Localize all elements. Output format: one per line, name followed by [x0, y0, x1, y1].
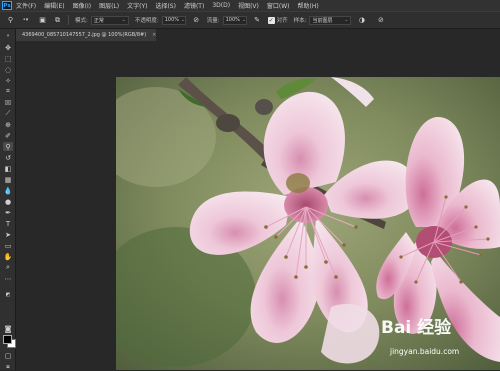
hand-tool-icon[interactable]: ✋ [3, 252, 13, 261]
document-title: 4369400_085710147557_2.jpg @ 100%(RGB/8#… [22, 32, 147, 38]
healing-brush-tool-icon[interactable]: ⊕ [3, 120, 13, 129]
tools-panel: » ✥ ⬚ ◌ ✧ ⌗ ☒ ⟋ ⊕ ✐ ⚲ ↺ ◧ ▦ 💧 ● ✒ T ➤ ▭ … [0, 29, 16, 370]
rectangle-tool-icon[interactable]: ▭ [3, 241, 13, 250]
flow-value: 100% [225, 17, 240, 23]
aligned-checkbox[interactable]: ✓ [267, 16, 275, 24]
marquee-tool-icon[interactable]: ⬚ [3, 54, 13, 63]
flow-label: 流量: [206, 18, 220, 24]
brush-tool-icon[interactable]: ✐ [3, 131, 13, 140]
chevron-down-icon: ⌄ [344, 17, 349, 23]
sample-value: 当前图层 [312, 17, 333, 24]
pen-tool-icon[interactable]: ✒ [3, 208, 13, 217]
clone-stamp-tool-icon[interactable]: ⚲ [6, 16, 15, 25]
dodge-tool-icon[interactable]: ● [3, 197, 13, 206]
opacity-value: 100% [164, 17, 180, 23]
menu-help[interactable]: 帮助(H) [298, 1, 319, 10]
gradient-tool-icon[interactable]: ▦ [3, 175, 13, 184]
watermark-brand: Bai 经验 [381, 318, 452, 338]
mode-value: 正常 [93, 17, 104, 24]
menu-filter[interactable]: 滤镜(T) [184, 1, 204, 10]
pressure-size-icon[interactable]: ⊘ [376, 16, 385, 25]
menu-view[interactable]: 视图(V) [238, 1, 259, 10]
quick-mask-icon[interactable]: ◙ [3, 324, 13, 333]
menu-window[interactable]: 窗口(W) [267, 1, 290, 10]
airbrush-icon[interactable]: ✎ [253, 16, 262, 25]
foreground-color-swatch[interactable] [3, 335, 12, 344]
panel-collapse-icon[interactable]: » [3, 31, 13, 40]
chevron-down-icon: ⌄ [181, 17, 186, 23]
menu-type[interactable]: 文字(Y) [127, 1, 147, 10]
opacity-label: 不透明度: [134, 18, 159, 24]
move-tool-icon[interactable]: ✥ [3, 43, 13, 52]
history-brush-tool-icon[interactable]: ↺ [3, 153, 13, 162]
menu-image[interactable]: 图像(I) [73, 1, 91, 10]
watermark-url: jingyan.baidu.com [390, 347, 460, 356]
mode-select[interactable]: 正常 ⌄ [90, 15, 129, 25]
aligned-label: 对齐 [276, 18, 288, 24]
menu-layer[interactable]: 图层(L) [99, 1, 119, 10]
menu-edit[interactable]: 编辑(E) [44, 1, 64, 10]
edit-toolbar-icon[interactable]: ⋯ [3, 274, 13, 283]
opacity-field[interactable]: 100% ⌄ [161, 15, 186, 25]
baidu-jingyan-watermark: Bai 经验 jingyan.baidu.com [381, 313, 500, 370]
menu-select[interactable]: 选择(S) [155, 1, 176, 10]
separator [68, 15, 69, 25]
chevron-down-icon: ⌄ [241, 17, 247, 23]
menu-file[interactable]: 文件(F) [16, 1, 36, 10]
eraser-tool-icon[interactable]: ◧ [3, 164, 13, 173]
chevron-down-icon: ⌄ [121, 17, 126, 23]
sample-label: 样本: [293, 18, 307, 24]
sample-select[interactable]: 当前图层 ⌄ [309, 15, 352, 25]
options-bar: ⚲ •▾ ▣ ⧉ 模式: 正常 ⌄ 不透明度: 100% ⌄ ⊘ 流量: 100% ⌄… [0, 11, 500, 29]
pressure-opacity-icon[interactable]: ⊘ [192, 16, 201, 25]
blur-tool-icon[interactable]: 💧 [3, 186, 13, 195]
brush-size-icon[interactable]: •▾ [21, 16, 30, 25]
menu-bar: Ps 文件(F) 编辑(E) 图像(I) 图层(L) 文字(Y) 选择(S) 滤… [0, 0, 500, 11]
crop-tool-icon[interactable]: ⌗ [3, 87, 13, 96]
mode-label: 模式: [75, 18, 88, 24]
default-colors-icon[interactable]: ◩ [3, 290, 13, 299]
path-selection-tool-icon[interactable]: ➤ [3, 230, 13, 239]
tab-document[interactable]: 4369400_085710147557_2.jpg @ 100%(RGB/8#… [16, 29, 156, 41]
quick-selection-tool-icon[interactable]: ✧ [3, 76, 13, 85]
lasso-tool-icon[interactable]: ◌ [3, 65, 13, 74]
clone-source-panel-icon[interactable]: ⧉ [53, 16, 62, 25]
menu-3d[interactable]: 3D(D) [212, 2, 230, 9]
type-tool-icon[interactable]: T [3, 219, 13, 228]
photoshop-logo-icon: Ps [2, 1, 12, 10]
document-tabs: 4369400_085710147557_2.jpg @ 100%(RGB/8#… [16, 29, 500, 41]
flow-field[interactable]: 100% ⌄ [222, 15, 247, 25]
screen-mode-icon[interactable]: ▢ [3, 351, 13, 360]
close-icon[interactable]: × [152, 32, 156, 38]
zoom-tool-icon[interactable]: ⌕ [3, 263, 13, 272]
frame-tool-icon[interactable]: ☒ [3, 98, 13, 107]
brush-settings-panel-icon[interactable]: ▣ [38, 16, 47, 25]
eyedropper-tool-icon[interactable]: ⟋ [3, 109, 13, 118]
ignore-adjustment-layers-icon[interactable]: ◑ [357, 16, 366, 25]
clone-stamp-tool-icon[interactable]: ⚲ [3, 142, 13, 151]
